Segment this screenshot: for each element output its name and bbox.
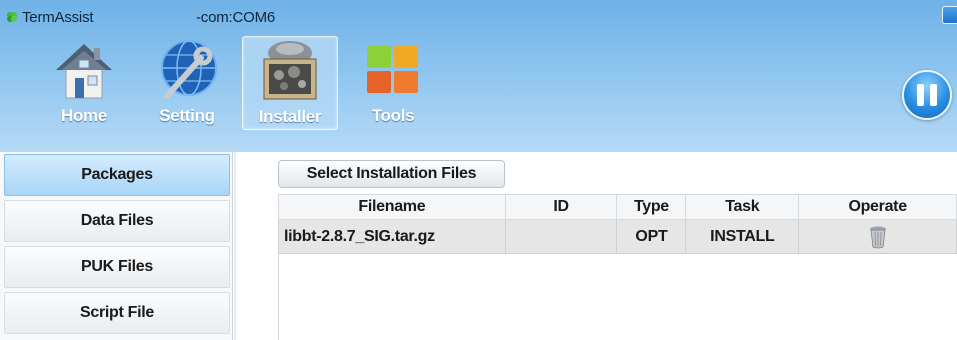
- table-header-row: Filename ID Type Task Operate: [278, 194, 957, 220]
- sidebar: Packages Data Files PUK Files Script Fil…: [0, 152, 233, 340]
- sidebar-item-puk-files[interactable]: PUK Files: [4, 246, 230, 288]
- nav-home[interactable]: Home: [36, 36, 132, 130]
- window-corner-button[interactable]: [942, 6, 957, 24]
- cell-task: INSTALL: [685, 219, 800, 254]
- sidebar-item-label: PUK Files: [81, 258, 153, 275]
- column-header-task[interactable]: Task: [685, 194, 800, 220]
- port-label: -com:COM6: [196, 9, 276, 26]
- sidebar-item-label: Script File: [79, 304, 155, 321]
- packages-table: Filename ID Type Task Operate libbt-2.8.…: [278, 194, 957, 254]
- table-empty-area-border: [278, 253, 279, 340]
- nav-setting[interactable]: Setting: [139, 36, 235, 130]
- sidebar-item-script-file[interactable]: Script File: [4, 292, 230, 334]
- installer-icon: [263, 41, 317, 100]
- sidebar-item-label: Data Files: [80, 212, 154, 229]
- pause-icon-bar: [930, 84, 937, 106]
- nav-setting-label: Setting: [159, 106, 215, 125]
- sidebar-item-data-files[interactable]: Data Files: [4, 200, 230, 242]
- cell-operate: [798, 219, 957, 254]
- pause-icon: [917, 84, 924, 106]
- column-header-filename[interactable]: Filename: [278, 194, 506, 220]
- main-panel: Select Installation Files Filename ID Ty…: [234, 152, 957, 340]
- nav-installer[interactable]: Installer: [242, 36, 338, 130]
- app-header: TermAssist -com:COM6 Home Setting Instal…: [0, 0, 957, 152]
- nav-tools-label: Tools: [371, 106, 415, 125]
- sidebar-item-label: Packages: [81, 166, 153, 183]
- pause-button[interactable]: [902, 70, 952, 120]
- trash-icon[interactable]: [868, 225, 888, 249]
- house-icon: [56, 44, 112, 99]
- cell-id: [504, 219, 618, 254]
- cell-filename: libbt-2.8.7_SIG.tar.gz: [278, 219, 506, 254]
- nav-home-label: Home: [60, 106, 108, 125]
- cell-type: OPT: [616, 219, 687, 254]
- sidebar-item-packages[interactable]: Packages: [4, 154, 230, 196]
- title-bar: TermAssist: [6, 8, 94, 26]
- table-row[interactable]: libbt-2.8.7_SIG.tar.gz OPT INSTALL: [278, 219, 957, 254]
- column-header-type[interactable]: Type: [616, 194, 687, 220]
- nav-installer-label: Installer: [258, 107, 322, 126]
- column-header-operate[interactable]: Operate: [798, 194, 957, 220]
- column-header-id[interactable]: ID: [504, 194, 618, 220]
- app-logo-icon: [7, 12, 17, 22]
- panel-divider: [234, 152, 236, 340]
- wrench-globe-icon: [161, 40, 217, 99]
- main-nav: Home Setting Installer Tools: [36, 36, 448, 130]
- nav-tools[interactable]: Tools: [345, 36, 441, 130]
- select-installation-files-button[interactable]: Select Installation Files: [278, 160, 505, 188]
- app-title: TermAssist: [22, 8, 94, 26]
- tools-tiles-icon: [367, 46, 418, 93]
